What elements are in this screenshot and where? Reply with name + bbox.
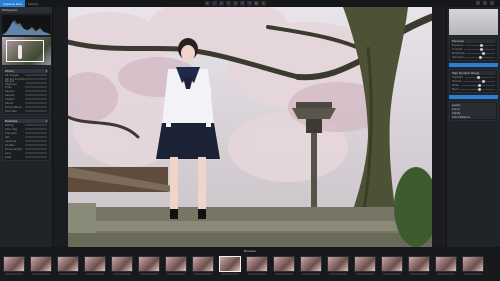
- thumbnail-caption: [140, 273, 158, 275]
- right-tool-panel: Exposure Exposure Contrast Brightness Sa…: [446, 7, 500, 247]
- hdr-section: High Dynamic Range Highlight Shadow Whit…: [449, 69, 498, 93]
- close-icon[interactable]: [490, 1, 494, 5]
- photo: [68, 7, 432, 247]
- viewer-image[interactable]: [68, 7, 432, 247]
- filmstrip-thumbnail[interactable]: [353, 256, 377, 279]
- filmstrip-thumbnail[interactable]: [380, 256, 404, 279]
- filmstrip-thumbnail[interactable]: [326, 256, 350, 279]
- filmstrip-thumbnail[interactable]: [245, 256, 269, 279]
- navigator-subject: [18, 45, 22, 59]
- thumbnail-caption: [86, 273, 104, 275]
- picker-icon[interactable]: ⌖: [261, 1, 266, 6]
- left-tool-panel: Histogram Library ▾ All Images Recent Imp…: [0, 7, 53, 247]
- histogram-graph: [2, 20, 51, 35]
- filmstrip-thumbnail[interactable]: [2, 256, 26, 279]
- thumbnail-caption: [410, 273, 428, 275]
- spot-icon[interactable]: ○: [233, 1, 238, 6]
- thumbnail-image: [30, 256, 52, 272]
- thumbnail-caption: [167, 273, 185, 275]
- thumbnail-image: [3, 256, 25, 272]
- metadata-section: Metadata ▾ Rating Color Tag Filename ISO …: [2, 117, 50, 161]
- thumbnail-caption: [329, 273, 347, 275]
- cursor-icon[interactable]: ▸: [205, 1, 210, 6]
- filmstrip-thumbnail[interactable]: [29, 256, 53, 279]
- thumbnail-caption: [248, 273, 266, 275]
- library-item[interactable]: Favorites: [4, 109, 48, 113]
- thumbnail-image: [165, 256, 187, 272]
- thumbnail-image: [435, 256, 457, 272]
- thumbnail-caption: [194, 273, 212, 275]
- filmstrip-thumbnail[interactable]: [83, 256, 107, 279]
- filmstrip-thumbnail[interactable]: [56, 256, 80, 279]
- gradient-icon[interactable]: ◐: [254, 1, 259, 6]
- thumbnail-caption: [5, 273, 23, 275]
- filmstrip-thumbnail[interactable]: [164, 256, 188, 279]
- straighten-icon[interactable]: ∠: [219, 1, 224, 6]
- filmstrip-thumbnail[interactable]: [191, 256, 215, 279]
- thumbnail-image: [300, 256, 322, 272]
- thumbnail-image: [246, 256, 268, 272]
- filmstrip-thumbnail[interactable]: [218, 256, 242, 279]
- thumbnail-caption: [275, 273, 293, 275]
- tab-library[interactable]: Library: [25, 0, 42, 7]
- histogram: [2, 15, 51, 35]
- thumbnail-caption: [32, 273, 50, 275]
- thumbnail-image: [381, 256, 403, 272]
- filmstrip: [0, 254, 500, 281]
- filmstrip-thumbnail[interactable]: [299, 256, 323, 279]
- library-section: Library ▾ All Images Recent Imports Recen…: [2, 67, 50, 115]
- brush-icon[interactable]: ✎: [240, 1, 245, 6]
- filmstrip-thumbnail[interactable]: [407, 256, 431, 279]
- title-bar: Capture One Library ▸ ⌗ ∠ ▱ ○ ✎ ▭ ◐ ⌖: [0, 0, 500, 7]
- thumbnail-caption: [437, 273, 455, 275]
- filmstrip-thumbnail[interactable]: [461, 256, 485, 279]
- navigator-frame[interactable]: [6, 40, 44, 62]
- thumbnail-image: [327, 256, 349, 272]
- thumbnail-image: [84, 256, 106, 272]
- thumbnail-image: [408, 256, 430, 272]
- navigator-thumbnail[interactable]: [2, 37, 51, 65]
- browser-bar: Browser: [0, 247, 500, 254]
- thumbnail-image: [354, 256, 376, 272]
- tool-tab-levels[interactable]: [449, 95, 498, 99]
- crop-icon[interactable]: ⌗: [212, 1, 217, 6]
- thumbnail-caption: [113, 273, 131, 275]
- keystone-icon[interactable]: ▱: [226, 1, 231, 6]
- section-color-balance[interactable]: Color Balance: [451, 115, 496, 119]
- maximize-icon[interactable]: [483, 1, 487, 5]
- left-gutter: [53, 7, 68, 247]
- thumbnail-image: [57, 256, 79, 272]
- thumbnail-image: [219, 256, 241, 272]
- thumbnail-caption: [221, 273, 239, 275]
- window-controls: [476, 1, 494, 5]
- thumbnail-image: [138, 256, 160, 272]
- filmstrip-thumbnail[interactable]: [137, 256, 161, 279]
- filmstrip-thumbnail[interactable]: [434, 256, 458, 279]
- eraser-icon[interactable]: ▭: [247, 1, 252, 6]
- thumbnail-image: [111, 256, 133, 272]
- thumbnail-caption: [383, 273, 401, 275]
- thumbnail-caption: [464, 273, 482, 275]
- thumbnail-caption: [59, 273, 77, 275]
- minimize-icon[interactable]: [476, 1, 480, 5]
- tab-capture-one[interactable]: Capture One: [0, 0, 25, 7]
- slider-row[interactable]: Black: [451, 87, 496, 91]
- filmstrip-thumbnail[interactable]: [110, 256, 134, 279]
- thumbnail-image: [192, 256, 214, 272]
- thumbnail-image: [462, 256, 484, 272]
- levels-section: Levels Curve Clarity Color Balance: [449, 101, 498, 121]
- adjust-section: Exposure Exposure Contrast Brightness Sa…: [449, 37, 498, 61]
- slider-row[interactable]: Saturation: [451, 55, 496, 59]
- browser-label: Browser: [243, 248, 257, 253]
- thumbnail-caption: [302, 273, 320, 275]
- thumbnail-caption: [356, 273, 374, 275]
- metadata-field: Date: [4, 155, 48, 159]
- tool-strip: ▸ ⌗ ∠ ▱ ○ ✎ ▭ ◐ ⌖: [205, 1, 266, 6]
- filmstrip-thumbnail[interactable]: [272, 256, 296, 279]
- tool-tab-active[interactable]: [449, 63, 498, 67]
- histogram-header: Histogram: [0, 7, 52, 13]
- thumbnail-image: [273, 256, 295, 272]
- preview-swatch: [449, 9, 498, 35]
- right-gutter: [432, 7, 446, 247]
